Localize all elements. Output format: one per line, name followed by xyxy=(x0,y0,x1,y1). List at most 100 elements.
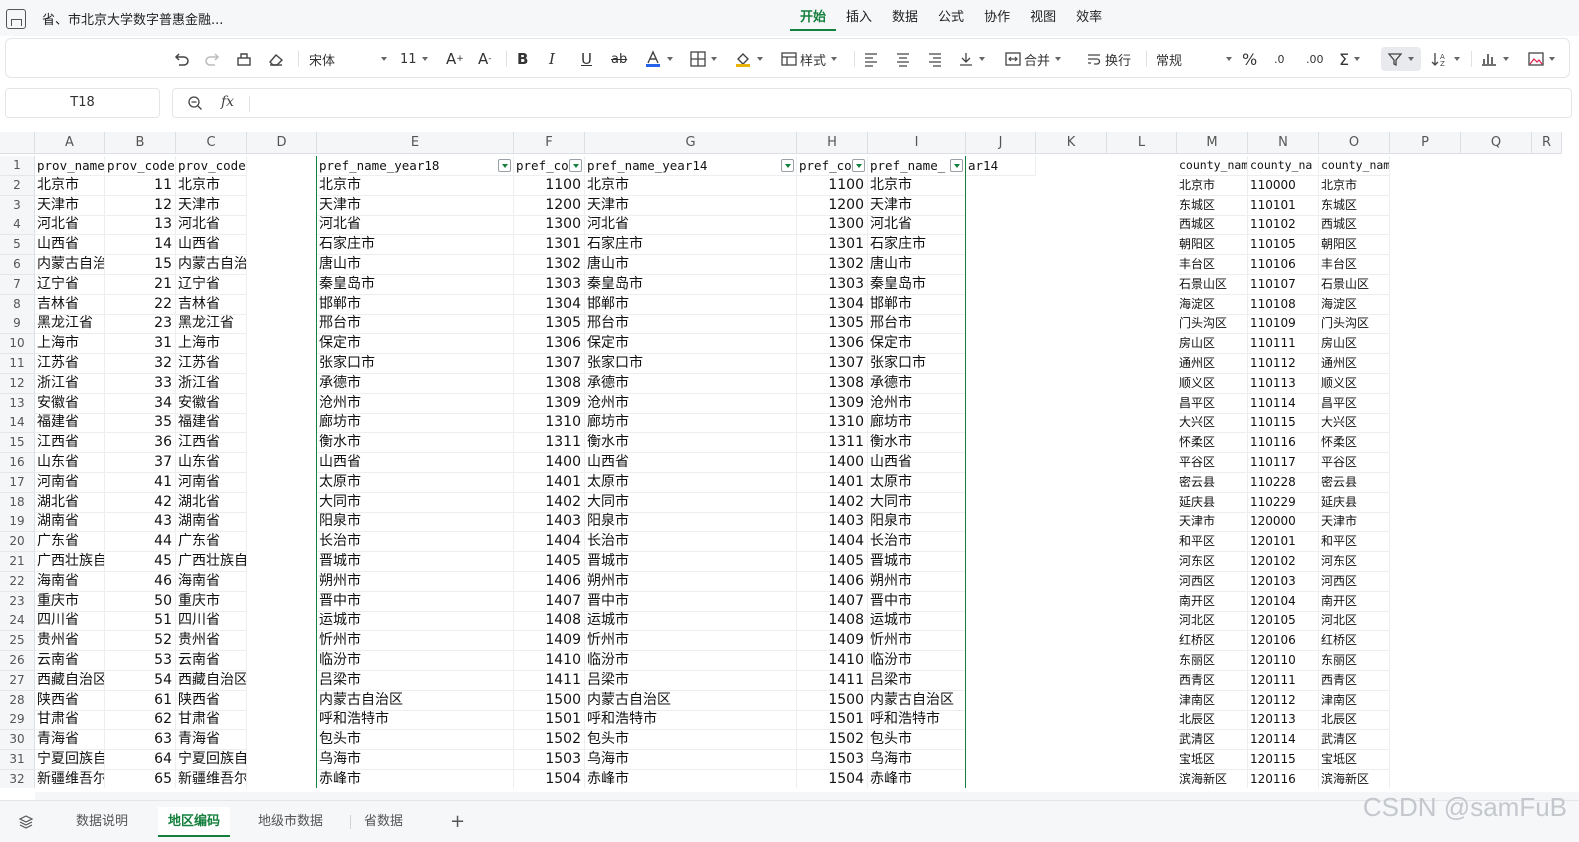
cell-N[interactable]: 110115 xyxy=(1248,413,1319,434)
cell-A[interactable]: 甘肃省 xyxy=(35,710,105,731)
align-right-icon[interactable] xyxy=(927,47,943,71)
column-header[interactable]: B xyxy=(105,132,176,154)
row-header[interactable]: 17 xyxy=(0,472,35,493)
cell-H[interactable]: 1301 xyxy=(797,235,868,256)
cell-C[interactable]: 云南省 xyxy=(176,651,247,671)
cell-E[interactable]: 衡水市 xyxy=(317,433,514,454)
cell-I[interactable]: 朔州市 xyxy=(868,571,966,592)
menu-tab-4[interactable]: 协作 xyxy=(974,7,1020,31)
save-icon[interactable] xyxy=(6,9,26,29)
number-format-select[interactable]: 常规 xyxy=(1156,47,1232,71)
cell-H[interactable]: 1500 xyxy=(797,690,868,711)
cell-I[interactable]: 内蒙古自治区 xyxy=(868,690,966,711)
cell-O[interactable]: 北辰区 xyxy=(1319,710,1390,731)
menu-tab-2[interactable]: 数据 xyxy=(882,7,928,31)
cell-I[interactable]: 晋中市 xyxy=(868,591,966,612)
menu-tab-3[interactable]: 公式 xyxy=(928,7,974,31)
cell-F[interactable]: 1502 xyxy=(514,730,585,751)
column-header[interactable]: E xyxy=(317,132,514,154)
cell-H[interactable]: 1309 xyxy=(797,393,868,414)
cell-B[interactable]: 62 xyxy=(105,710,176,731)
cell-E[interactable]: 朔州市 xyxy=(317,571,514,592)
cell-A[interactable]: 江苏省 xyxy=(35,354,105,374)
cell-I[interactable]: 保定市 xyxy=(868,334,966,355)
cell-A[interactable]: 广西壮族自治区 xyxy=(35,552,105,572)
cell-G[interactable]: 忻州市 xyxy=(585,631,797,652)
cell-A[interactable]: 宁夏回族自治区 xyxy=(35,750,105,770)
cell-M[interactable]: 天津市 xyxy=(1177,512,1248,533)
sheet-list-icon[interactable] xyxy=(18,814,34,834)
cell-B[interactable]: 54 xyxy=(105,670,176,691)
font-name-select[interactable]: 宋体 xyxy=(309,47,387,71)
cell-A[interactable]: 福建省 xyxy=(35,413,105,434)
row-header[interactable]: 32 xyxy=(0,769,35,788)
cell-B[interactable]: 37 xyxy=(105,453,176,473)
cell-I[interactable]: 承德市 xyxy=(868,373,966,394)
cell-F[interactable]: 1411 xyxy=(514,670,585,691)
decrease-decimal-icon[interactable]: .00 xyxy=(1306,47,1324,71)
cell-G[interactable]: 晋中市 xyxy=(585,591,797,612)
cell-M[interactable]: 丰台区 xyxy=(1177,255,1248,275)
cell-M[interactable]: 西城区 xyxy=(1177,215,1248,236)
cell-O[interactable]: 滨海新区 xyxy=(1319,769,1390,788)
cell-M[interactable]: 津南区 xyxy=(1177,690,1248,711)
cell-H[interactable]: 1300 xyxy=(797,215,868,236)
row-header[interactable]: 2 xyxy=(0,175,35,196)
cell-E[interactable]: 临汾市 xyxy=(317,651,514,671)
cell-A[interactable]: 河北省 xyxy=(35,215,105,236)
cell-N[interactable]: 110112 xyxy=(1248,354,1319,374)
cell-A[interactable]: 内蒙古自治区 xyxy=(35,255,105,275)
cell-G[interactable]: 廊坊市 xyxy=(585,413,797,434)
cell-G[interactable]: 河北省 xyxy=(585,215,797,236)
cell-H[interactable]: 1310 xyxy=(797,413,868,434)
cell-F[interactable]: 1501 xyxy=(514,710,585,731)
cell-E[interactable]: 北京市 xyxy=(317,175,514,196)
cell-B[interactable]: 23 xyxy=(105,314,176,335)
cell-H[interactable]: 1100 xyxy=(797,175,868,196)
font-size-select[interactable]: 11 xyxy=(400,47,428,71)
italic-icon[interactable]: I xyxy=(549,47,555,71)
cell-N[interactable]: 110116 xyxy=(1248,433,1319,454)
cell-M[interactable]: 西青区 xyxy=(1177,670,1248,691)
cell-N[interactable]: 120104 xyxy=(1248,591,1319,612)
cell-F[interactable]: 1311 xyxy=(514,433,585,454)
cell-A[interactable]: 陕西省 xyxy=(35,690,105,711)
cell-N[interactable]: 110111 xyxy=(1248,334,1319,355)
cell-E[interactable]: pref_name_year18 xyxy=(317,156,514,176)
cell-C[interactable]: 江西省 xyxy=(176,433,247,454)
cell-B[interactable]: 43 xyxy=(105,512,176,533)
cell-B[interactable]: 41 xyxy=(105,472,176,493)
cell-H[interactable]: 1311 xyxy=(797,433,868,454)
cell-M[interactable]: 房山区 xyxy=(1177,334,1248,355)
cell-G[interactable]: 乌海市 xyxy=(585,750,797,770)
cell-E[interactable]: 吕梁市 xyxy=(317,670,514,691)
cell-style-button[interactable]: 样式 xyxy=(781,47,838,71)
cell-B[interactable]: 11 xyxy=(105,175,176,196)
wrap-text-button[interactable]: 换行 xyxy=(1086,47,1131,71)
cell-G[interactable]: 秦皇岛市 xyxy=(585,274,797,295)
cell-F[interactable]: 1100 xyxy=(514,175,585,196)
cell-E[interactable]: 邢台市 xyxy=(317,314,514,335)
cell-C[interactable]: 甘肃省 xyxy=(176,710,247,731)
cell-M[interactable]: 平谷区 xyxy=(1177,453,1248,473)
filter-dropdown-icon[interactable] xyxy=(569,159,582,172)
cell-E[interactable]: 石家庄市 xyxy=(317,235,514,256)
cell-G[interactable]: 北京市 xyxy=(585,175,797,196)
cell-E[interactable]: 包头市 xyxy=(317,730,514,751)
cell-C[interactable]: 贵州省 xyxy=(176,631,247,652)
cell-M[interactable]: 河北区 xyxy=(1177,611,1248,632)
cell-I[interactable]: 廊坊市 xyxy=(868,413,966,434)
cell-C[interactable]: 湖南省 xyxy=(176,512,247,533)
cell-E[interactable]: 沧州市 xyxy=(317,393,514,414)
cell-I[interactable]: 运城市 xyxy=(868,611,966,632)
cell-N[interactable]: 120105 xyxy=(1248,611,1319,632)
chart-icon[interactable] xyxy=(1480,47,1509,71)
cell-M[interactable]: 石景山区 xyxy=(1177,274,1248,295)
cell-O[interactable]: 门头沟区 xyxy=(1319,314,1390,335)
row-header[interactable]: 20 xyxy=(0,532,35,553)
cell-E[interactable]: 廊坊市 xyxy=(317,413,514,434)
column-header[interactable]: A xyxy=(35,132,105,154)
cell-H[interactable]: 1307 xyxy=(797,354,868,374)
cell-B[interactable]: 33 xyxy=(105,373,176,394)
cell-H[interactable]: 1407 xyxy=(797,591,868,612)
